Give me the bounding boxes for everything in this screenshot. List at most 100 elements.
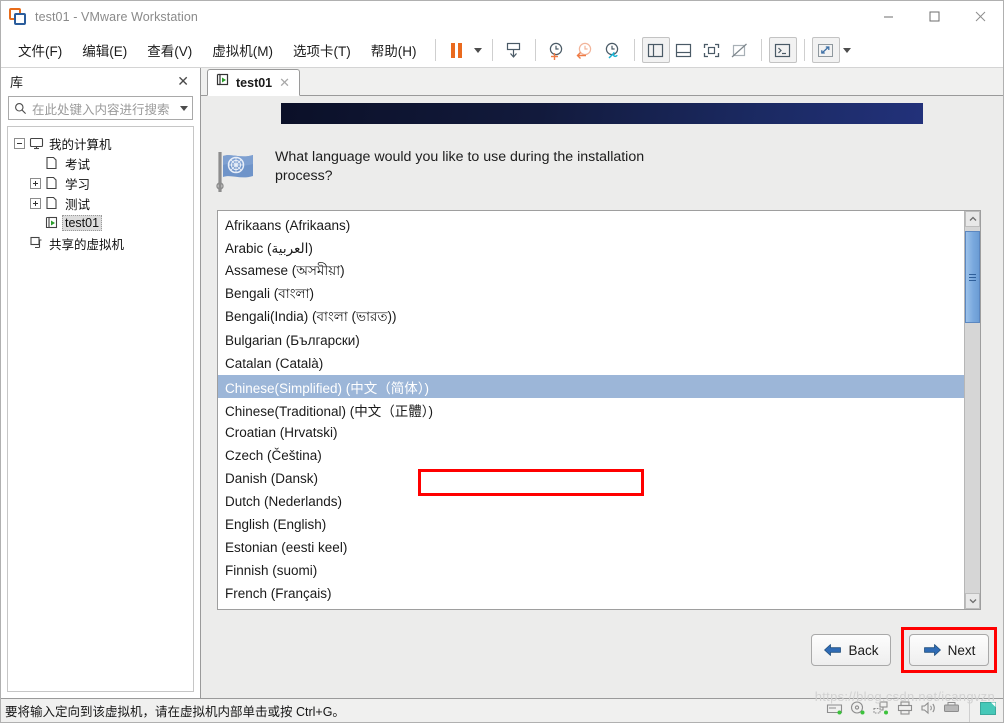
status-separator bbox=[969, 699, 970, 722]
console-view-icon[interactable] bbox=[768, 37, 797, 63]
chevron-up-icon[interactable] bbox=[965, 211, 980, 227]
menu-tabs[interactable]: 选项卡(T) bbox=[284, 36, 360, 64]
list-item[interactable]: Bengali(India) (বাংলা (ভারত)) bbox=[218, 306, 964, 329]
list-item[interactable]: Danish (Dansk) bbox=[218, 467, 964, 490]
send-ctrl-alt-del-icon[interactable] bbox=[500, 37, 528, 63]
expand-toggle-icon[interactable] bbox=[30, 177, 41, 189]
list-item-label: Bengali (বাংলা) bbox=[225, 286, 314, 301]
list-item-label: Estonian (eesti keel) bbox=[225, 540, 348, 555]
sound-card-icon[interactable] bbox=[920, 701, 936, 720]
tree-item-test01[interactable]: test01 bbox=[8, 213, 193, 233]
list-item[interactable]: Bulgarian (Български) bbox=[218, 329, 964, 352]
toolbar-separator bbox=[633, 39, 635, 61]
search-wrapper: 在此处键入内容进行搜索 bbox=[1, 94, 200, 126]
list-item[interactable]: Assamese (অসমীয়া) bbox=[218, 260, 964, 283]
tree-item-shared-vms[interactable]: 共享的虚拟机 bbox=[8, 233, 193, 253]
list-item-label: Catalan (Català) bbox=[225, 356, 324, 371]
menu-edit[interactable]: 编辑(E) bbox=[73, 36, 136, 64]
guest-screen[interactable]: What language would you like to use duri… bbox=[201, 96, 1003, 698]
collapse-toggle-icon[interactable] bbox=[14, 137, 25, 149]
list-item[interactable]: Afrikaans (Afrikaans) bbox=[218, 214, 964, 237]
window-title: test01 - VMware Workstation bbox=[35, 9, 198, 24]
list-item[interactable]: Catalan (Català) bbox=[218, 352, 964, 375]
list-item[interactable]: Bengali (বাংলা) bbox=[218, 283, 964, 306]
tree-item-ceshi[interactable]: 测试 bbox=[8, 193, 193, 213]
list-item[interactable]: Croatian (Hrvatski) bbox=[218, 421, 964, 444]
list-item-label: Arabic (العربية) bbox=[225, 240, 313, 256]
display-icon[interactable] bbox=[979, 701, 997, 721]
chevron-down-icon[interactable] bbox=[965, 593, 980, 609]
printer-icon[interactable] bbox=[897, 701, 913, 720]
vm-running-icon bbox=[45, 216, 62, 230]
next-label: Next bbox=[947, 642, 976, 658]
toolbar-separator bbox=[803, 39, 805, 61]
scrollbar-track[interactable] bbox=[965, 227, 980, 593]
full-screen-icon[interactable] bbox=[698, 37, 726, 63]
tree-item-my-computer[interactable]: 我的计算机 bbox=[8, 133, 193, 153]
installer-banner bbox=[281, 103, 923, 124]
search-input[interactable]: 在此处键入内容进行搜索 bbox=[8, 96, 193, 120]
manage-snapshots-icon[interactable] bbox=[599, 37, 627, 63]
tree-item-xuexi[interactable]: 学习 bbox=[8, 173, 193, 193]
list-item-label: Bengali(India) (বাংলা (ভারত)) bbox=[225, 309, 397, 324]
network-adapter-icon[interactable] bbox=[873, 701, 890, 720]
status-device-icons bbox=[826, 699, 997, 722]
list-item[interactable]: Estonian (eesti keel) bbox=[218, 536, 964, 559]
unity-mode-icon[interactable] bbox=[726, 37, 754, 63]
chevron-down-icon[interactable] bbox=[180, 105, 188, 111]
cd-dvd-icon[interactable] bbox=[850, 701, 866, 720]
list-item[interactable]: Arabic (العربية) bbox=[218, 237, 964, 260]
menu-view[interactable]: 查看(V) bbox=[138, 36, 201, 64]
show-thumbnails-icon[interactable] bbox=[670, 37, 698, 63]
list-item-label: Danish (Dansk) bbox=[225, 471, 319, 486]
tab-test01[interactable]: test01 ✕ bbox=[207, 69, 301, 96]
close-button[interactable] bbox=[957, 1, 1003, 33]
back-button[interactable]: Back bbox=[811, 634, 891, 666]
tree-item-kaoshi[interactable]: 考试 bbox=[8, 153, 193, 173]
take-snapshot-icon[interactable] bbox=[543, 37, 571, 63]
scrollbar-thumb[interactable] bbox=[965, 231, 980, 323]
list-item-selected[interactable]: Chinese(Simplified) (中文（简体）) bbox=[218, 375, 964, 398]
list-item-label: Croatian (Hrvatski) bbox=[225, 425, 338, 440]
main-body: 库 ✕ 在此处键入内容进行搜索 我的计算机 考试 学习 测试 test01 共享… bbox=[1, 68, 1003, 698]
revert-snapshot-icon[interactable] bbox=[571, 37, 599, 63]
close-icon[interactable]: ✕ bbox=[173, 72, 193, 90]
language-list-items[interactable]: Afrikaans (Afrikaans) Arabic (العربية) A… bbox=[218, 211, 964, 609]
stretch-view-icon[interactable] bbox=[811, 37, 840, 63]
tree-item-label: test01 bbox=[62, 215, 103, 231]
vm-tree[interactable]: 我的计算机 考试 学习 测试 test01 共享的虚拟机 bbox=[7, 126, 194, 692]
menu-vm[interactable]: 虚拟机(M) bbox=[203, 36, 282, 64]
search-icon bbox=[15, 102, 26, 114]
list-item[interactable]: Czech (Čeština) bbox=[218, 444, 964, 467]
menu-file[interactable]: 文件(F) bbox=[9, 36, 71, 64]
hard-disk-icon[interactable] bbox=[826, 701, 843, 720]
maximize-button[interactable] bbox=[911, 1, 957, 33]
list-item[interactable]: Finnish (suomi) bbox=[218, 559, 964, 582]
menu-help[interactable]: 帮助(H) bbox=[362, 36, 426, 64]
usb-controller-icon[interactable] bbox=[943, 701, 960, 720]
library-sidebar: 库 ✕ 在此处键入内容进行搜索 我的计算机 考试 学习 测试 test01 共享… bbox=[1, 68, 201, 698]
next-button[interactable]: Next bbox=[909, 634, 989, 666]
stretch-dropdown-caret[interactable] bbox=[840, 37, 854, 63]
list-item-label: Finnish (suomi) bbox=[225, 563, 318, 578]
back-label: Back bbox=[848, 642, 879, 658]
list-item[interactable]: French (Français) bbox=[218, 582, 964, 605]
list-item-label: Bulgarian (Български) bbox=[225, 333, 360, 348]
language-list[interactable]: Afrikaans (Afrikaans) Arabic (العربية) A… bbox=[217, 210, 981, 610]
pause-dropdown-caret[interactable] bbox=[471, 37, 485, 63]
list-item-label: English (English) bbox=[225, 517, 327, 532]
minimize-button[interactable] bbox=[865, 1, 911, 33]
close-icon[interactable]: ✕ bbox=[277, 76, 292, 89]
arrow-left-icon bbox=[824, 644, 842, 656]
pause-icon[interactable] bbox=[443, 37, 471, 63]
title-bar: test01 - VMware Workstation bbox=[1, 1, 1003, 33]
show-library-icon[interactable] bbox=[641, 37, 670, 63]
expand-toggle-icon[interactable] bbox=[30, 197, 41, 209]
list-item[interactable]: English (English) bbox=[218, 513, 964, 536]
library-header: 库 ✕ bbox=[1, 68, 200, 94]
language-list-scrollbar[interactable] bbox=[964, 211, 980, 609]
tree-item-label: 学习 bbox=[65, 177, 91, 192]
folder-icon bbox=[45, 196, 62, 210]
list-item[interactable]: Chinese(Traditional) (中文（正體）) bbox=[218, 398, 964, 421]
list-item[interactable]: Dutch (Nederlands) bbox=[218, 490, 964, 513]
